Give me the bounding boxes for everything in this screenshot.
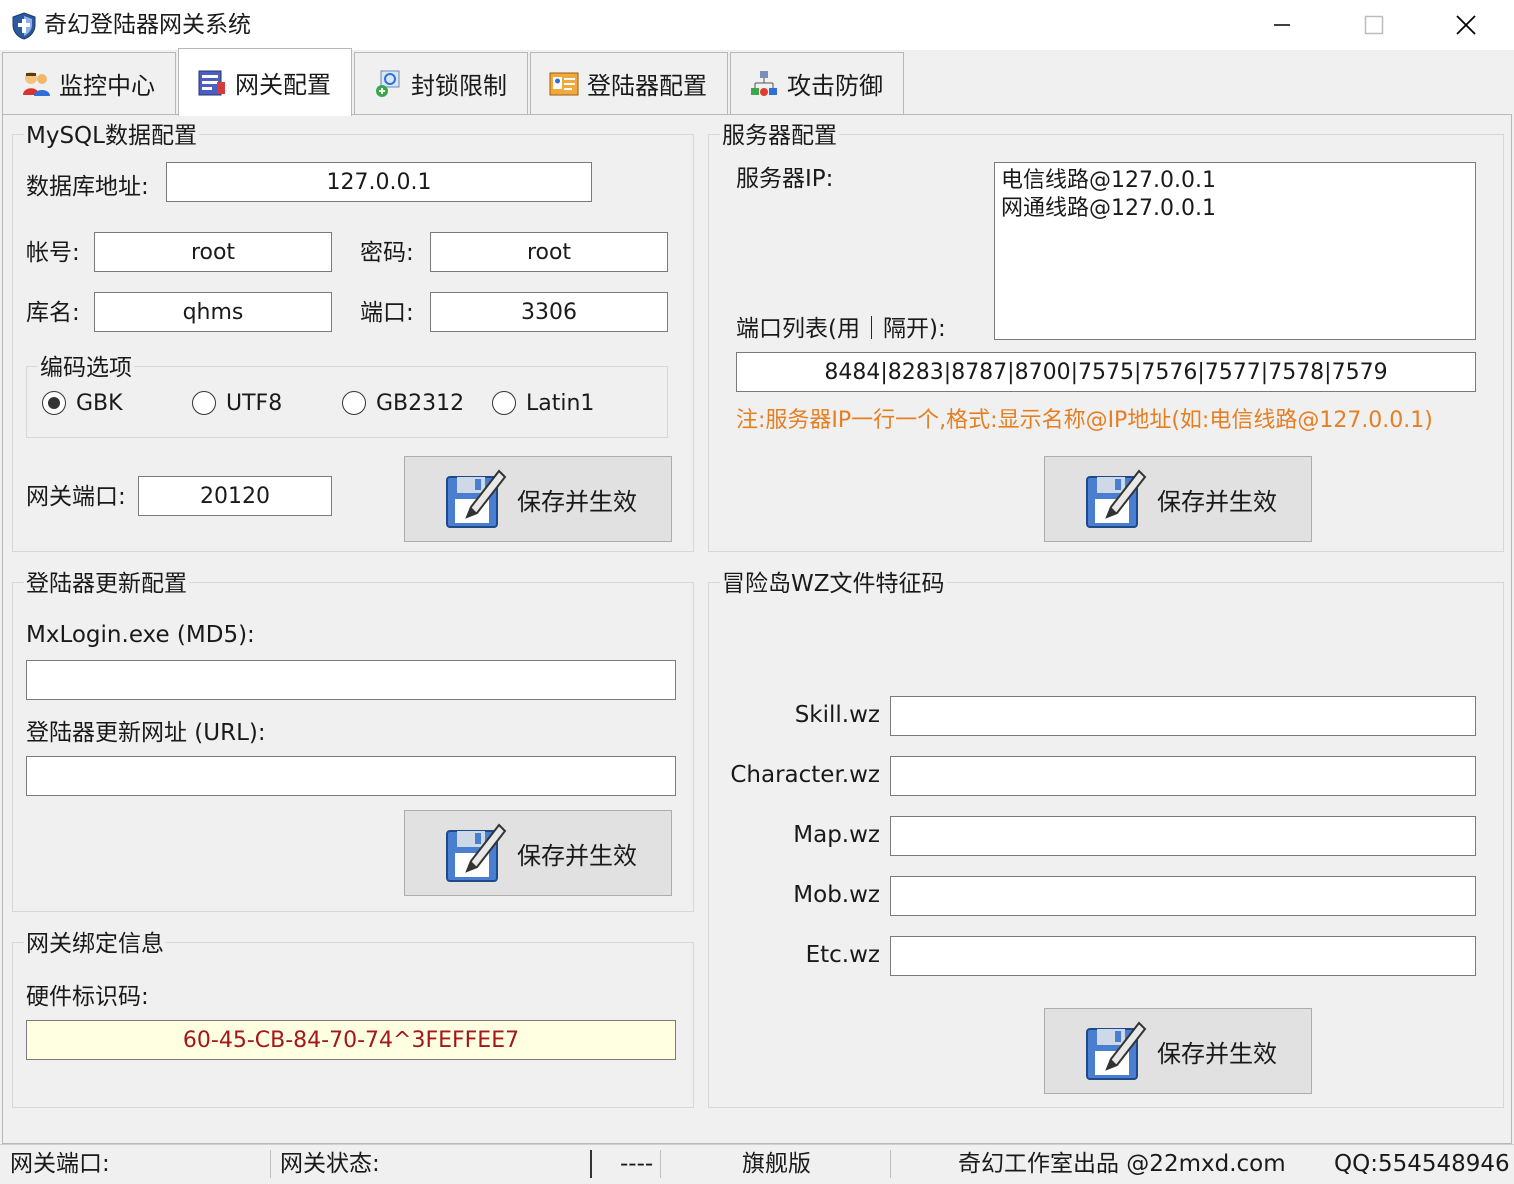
tab-label: 封锁限制	[411, 72, 507, 100]
md5-input[interactable]	[26, 660, 676, 700]
status-qq: QQ:554548946	[1334, 1151, 1510, 1177]
id-card-icon	[549, 72, 579, 95]
mysql-save-button[interactable]: 保存并生效	[404, 456, 672, 542]
wz-label-skill: Skill.wz	[794, 702, 880, 728]
tab-launcher-config[interactable]: 登陆器配置	[530, 52, 728, 114]
launcher-update-legend: 登陆器更新配置	[24, 570, 189, 598]
radio-gb2312[interactable]	[342, 391, 366, 415]
close-icon	[1456, 15, 1476, 35]
tab-attack-defense[interactable]: 攻击防御	[730, 52, 904, 114]
wz-label-character: Character.wz	[730, 762, 880, 788]
account-label: 帐号:	[26, 240, 80, 266]
minimize-button[interactable]	[1236, 0, 1328, 50]
server-ip-textarea[interactable]: 电信线路@127.0.0.1 网通线路@127.0.0.1	[994, 162, 1476, 340]
window-title: 奇幻登陆器网关系统	[44, 12, 251, 38]
block-search-icon	[376, 70, 400, 97]
radio-utf8[interactable]	[192, 391, 216, 415]
save-icon	[1086, 1021, 1147, 1080]
tab-label: 网关配置	[235, 71, 331, 99]
wz-signature-legend: 冒险岛WZ文件特征码	[720, 570, 947, 598]
mysql-config-legend: MySQL数据配置	[24, 122, 199, 150]
config-icon	[198, 70, 225, 95]
status-separator	[270, 1150, 271, 1178]
password-label: 密码:	[360, 240, 414, 266]
tab-label: 攻击防御	[787, 72, 883, 100]
update-url-label: 登陆器更新网址 (URL):	[26, 720, 266, 746]
radio-gbk[interactable]	[42, 391, 66, 415]
tab-gateway-config[interactable]: 网关配置	[178, 48, 352, 116]
save-label: 保存并生效	[1157, 487, 1277, 516]
encoding-legend: 编码选项	[38, 354, 134, 382]
maximize-icon	[1364, 15, 1384, 35]
wz-input-etc[interactable]	[890, 936, 1476, 976]
server-save-button[interactable]: 保存并生效	[1044, 456, 1312, 542]
save-icon	[1086, 469, 1147, 528]
gateway-port-label: 网关端口:	[26, 484, 126, 510]
save-label: 保存并生效	[517, 841, 637, 870]
wz-input-map[interactable]	[890, 816, 1476, 856]
encoding-option-latin1[interactable]: Latin1	[492, 388, 594, 418]
port-label: 端口:	[360, 300, 414, 326]
radio-label: GBK	[76, 390, 123, 416]
shield-icon	[12, 12, 36, 40]
server-config-legend: 服务器配置	[720, 122, 839, 150]
encoding-option-gbk[interactable]: GBK	[42, 388, 123, 418]
status-dashes: ----	[620, 1151, 654, 1177]
maximize-button[interactable]	[1328, 0, 1420, 50]
save-icon	[446, 469, 507, 528]
wz-input-character[interactable]	[890, 756, 1476, 796]
save-label: 保存并生效	[517, 487, 637, 516]
status-separator	[890, 1150, 891, 1178]
save-icon	[446, 823, 507, 882]
port-list-input[interactable]	[736, 352, 1476, 392]
gateway-binding-legend: 网关绑定信息	[24, 930, 166, 958]
hwid-label: 硬件标识码:	[26, 984, 149, 1010]
encoding-option-utf8[interactable]: UTF8	[192, 388, 282, 418]
tab-block-restrictions[interactable]: 封锁限制	[354, 52, 528, 114]
wz-label-etc: Etc.wz	[805, 942, 880, 968]
update-url-input[interactable]	[26, 756, 676, 796]
radio-label: GB2312	[376, 390, 465, 416]
tab-label: 监控中心	[59, 72, 155, 100]
tab-monitor-center[interactable]: 监控中心	[2, 52, 176, 114]
tab-label: 登陆器配置	[587, 72, 707, 100]
dbname-input[interactable]	[94, 292, 332, 332]
minimize-icon	[1274, 24, 1290, 26]
db-address-input[interactable]	[166, 162, 592, 202]
status-gateway-status-label: 网关状态:	[280, 1151, 380, 1177]
status-gateway-port-label: 网关端口:	[10, 1151, 110, 1177]
radio-label: Latin1	[526, 390, 595, 416]
launcher-save-button[interactable]: 保存并生效	[404, 810, 672, 896]
radio-latin1[interactable]	[492, 391, 516, 415]
radio-label: UTF8	[226, 390, 283, 416]
users-icon	[23, 71, 50, 96]
server-ip-notice: 注:服务器IP一行一个,格式:显示名称@IP地址(如:电信线路@127.0.0.…	[736, 408, 1433, 433]
port-input[interactable]	[430, 292, 668, 332]
status-separator	[590, 1150, 592, 1178]
save-label: 保存并生效	[1157, 1039, 1277, 1068]
account-input[interactable]	[94, 232, 332, 272]
password-input[interactable]	[430, 232, 668, 272]
server-ip-label: 服务器IP:	[736, 166, 834, 192]
network-defense-icon	[751, 70, 777, 96]
dbname-label: 库名:	[26, 300, 80, 326]
encoding-option-gb2312[interactable]: GB2312	[342, 388, 464, 418]
db-address-label: 数据库地址:	[26, 174, 149, 200]
wz-label-map: Map.wz	[793, 822, 880, 848]
hwid-field[interactable]	[26, 1020, 676, 1060]
port-list-label: 端口列表(用｜隔开):	[736, 316, 946, 342]
status-separator	[660, 1150, 661, 1178]
status-edition: 旗舰版	[742, 1151, 811, 1177]
md5-label: MxLogin.exe (MD5):	[26, 622, 255, 648]
gateway-port-input[interactable]	[138, 476, 332, 516]
wz-input-skill[interactable]	[890, 696, 1476, 736]
wz-label-mob: Mob.wz	[793, 882, 880, 908]
status-credit: 奇幻工作室出品 @22mxd.com	[958, 1151, 1286, 1177]
wz-save-button[interactable]: 保存并生效	[1044, 1008, 1312, 1094]
wz-input-mob[interactable]	[890, 876, 1476, 916]
close-button[interactable]	[1420, 0, 1512, 50]
